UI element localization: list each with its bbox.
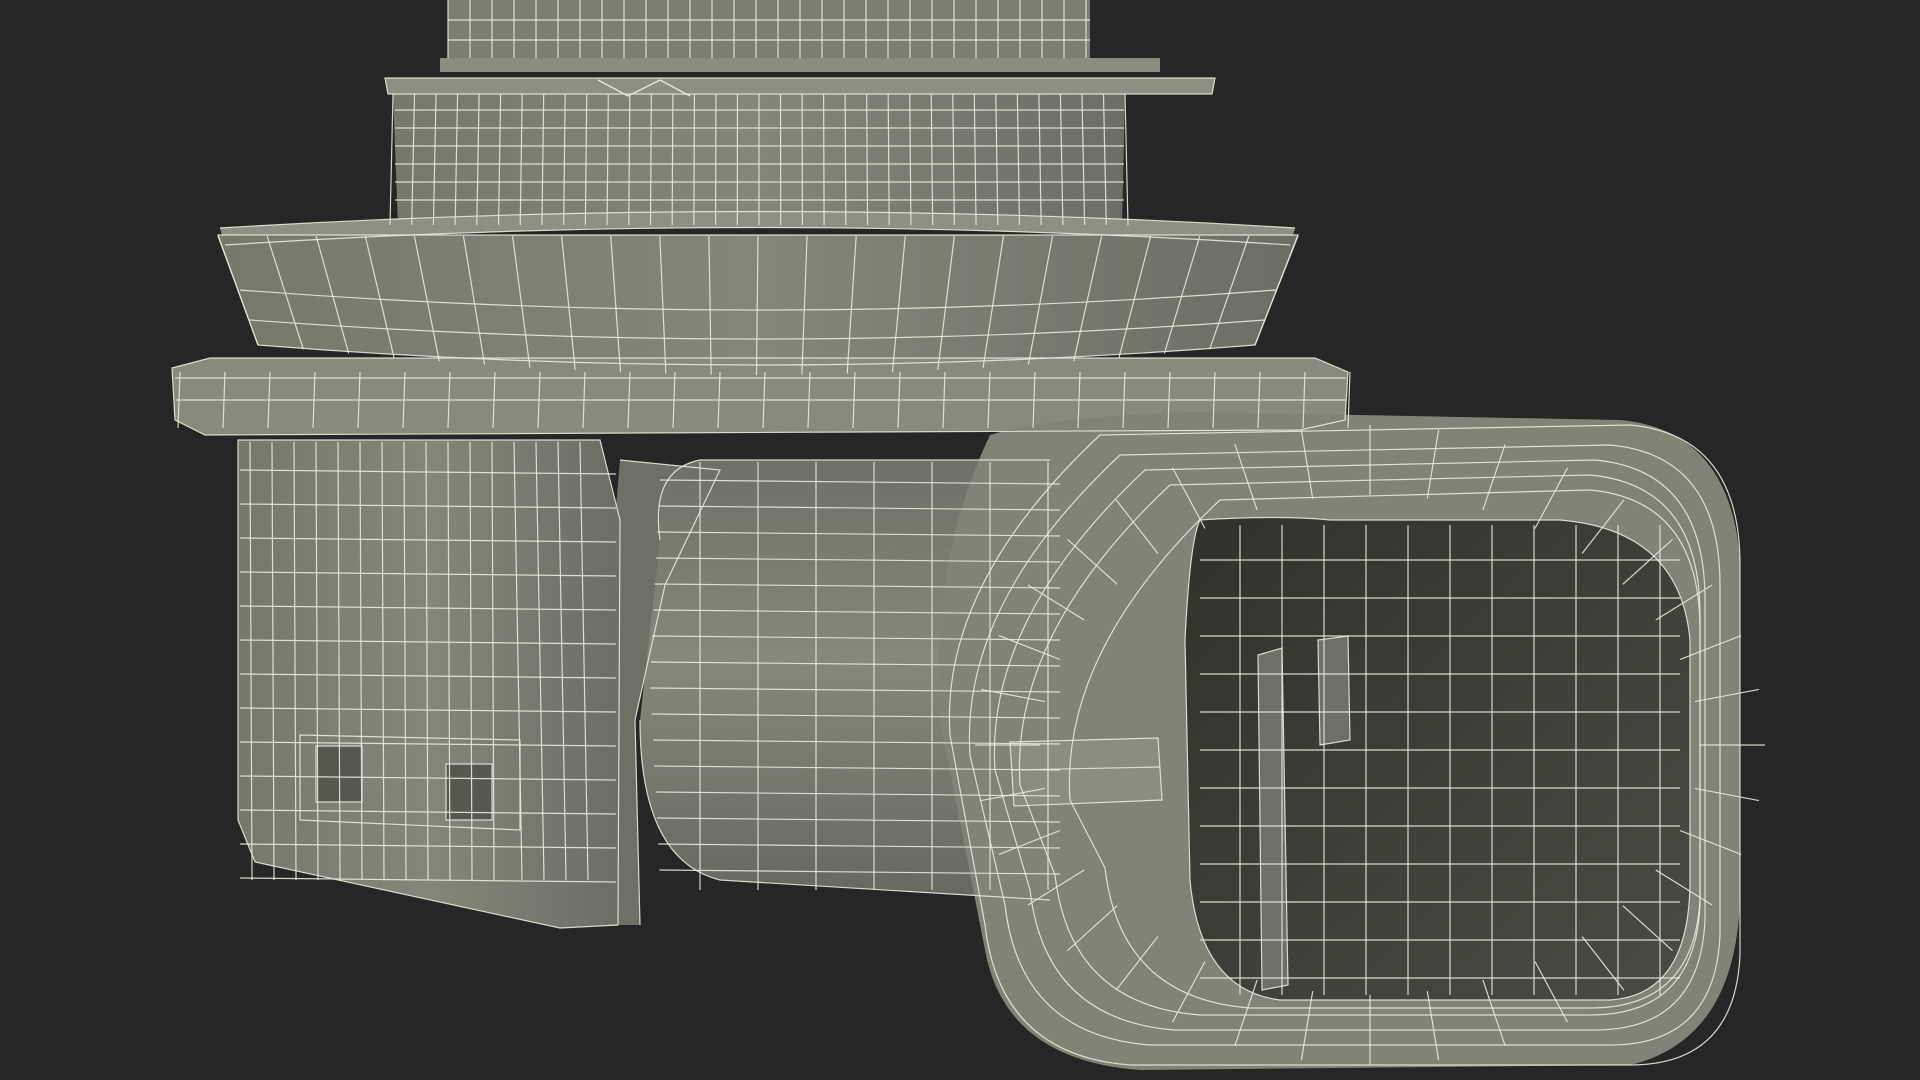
render-viewport bbox=[0, 0, 1920, 1080]
slot-window-right bbox=[446, 764, 492, 820]
contact-pin-right bbox=[1318, 636, 1350, 745]
wireframe-model-render bbox=[171, 0, 1765, 1070]
